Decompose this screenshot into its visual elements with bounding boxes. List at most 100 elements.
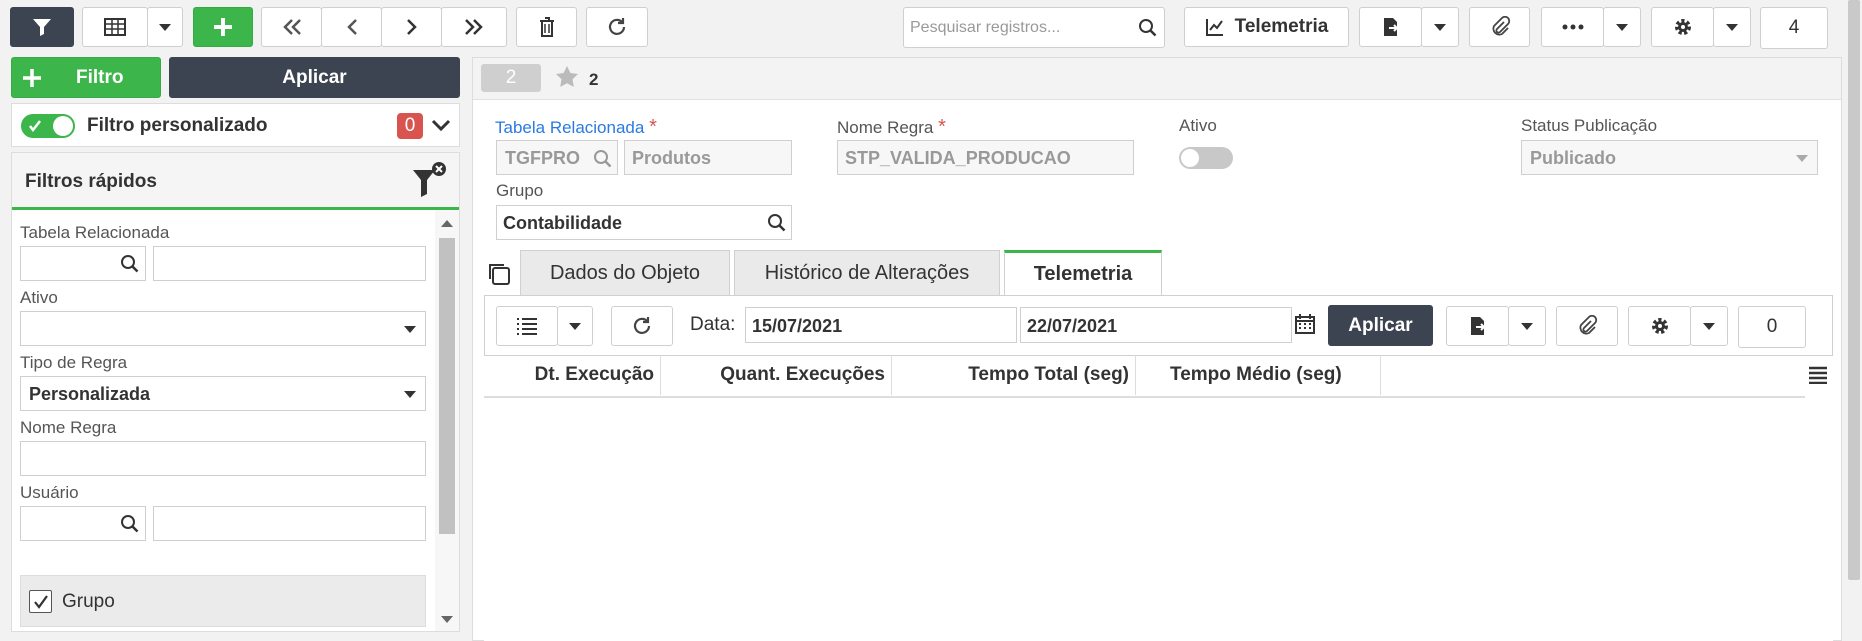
grid-view-dropdown[interactable] xyxy=(147,7,183,47)
calendar-icon[interactable] xyxy=(1295,313,1315,335)
list-view-button[interactable] xyxy=(496,306,558,346)
required-asterisk: * xyxy=(649,116,657,138)
export-file-icon xyxy=(1383,18,1398,36)
export-button[interactable] xyxy=(1359,7,1422,47)
filter-usuario-name-input[interactable] xyxy=(153,506,426,541)
tabela-code-field[interactable]: TGFPRO xyxy=(496,140,618,175)
custom-filter-toggle[interactable] xyxy=(21,114,75,138)
telemetry-grid xyxy=(484,355,1833,641)
chevron-down-icon xyxy=(1796,155,1808,162)
record-header-bar: 2 2 xyxy=(473,58,1841,100)
column-menu-icon[interactable] xyxy=(1808,366,1828,384)
export-dropdown[interactable] xyxy=(1421,7,1459,47)
search-icon[interactable] xyxy=(593,149,613,169)
scrollbar-thumb[interactable] xyxy=(439,238,455,534)
telemetry-attachment-button[interactable] xyxy=(1556,306,1618,346)
column-dt-execucao[interactable]: Dt. Execução xyxy=(484,355,661,395)
custom-filter-row: Filtro personalizado 0 xyxy=(11,103,460,147)
grid-view-button[interactable] xyxy=(82,7,148,47)
date-to-input[interactable]: 22/07/2021 xyxy=(1020,307,1292,343)
window-scrollbar[interactable] xyxy=(1846,0,1862,641)
first-record-button[interactable] xyxy=(261,7,322,47)
column-quant-execucoes[interactable]: Quant. Execuções xyxy=(661,355,892,395)
refresh-button[interactable] xyxy=(586,7,648,47)
grupo-field[interactable]: Contabilidade xyxy=(496,205,792,240)
quick-filters-header: Filtros rápidos xyxy=(12,153,459,210)
filter-settings-icon[interactable] xyxy=(411,160,447,200)
scrollbar-thumb[interactable] xyxy=(1848,0,1860,580)
tabela-code-value: TGFPRO xyxy=(505,148,580,168)
telemetry-settings-dropdown[interactable] xyxy=(1690,306,1728,346)
search-icon[interactable] xyxy=(120,514,140,534)
toggle-knob xyxy=(1181,149,1199,167)
add-record-button[interactable] xyxy=(193,7,253,47)
scroll-up-arrow[interactable] xyxy=(441,220,453,227)
filter-grupo-row[interactable]: Grupo xyxy=(20,575,426,627)
tab-label: Telemetria xyxy=(1033,263,1133,285)
search-icon[interactable] xyxy=(767,213,787,233)
tab-telemetria[interactable]: Telemetria xyxy=(1004,250,1162,296)
filter-nome-regra-input[interactable] xyxy=(20,441,426,476)
search-icon[interactable] xyxy=(120,254,140,274)
telemetria-button[interactable]: Telemetria xyxy=(1184,7,1349,47)
telemetry-export-dropdown[interactable] xyxy=(1508,306,1546,346)
more-options-button[interactable] xyxy=(1541,7,1604,47)
filter-tabela-code-input[interactable] xyxy=(20,246,146,281)
last-record-button[interactable] xyxy=(441,7,507,47)
filters-scrollbar[interactable] xyxy=(435,210,459,631)
star-icon[interactable] xyxy=(554,64,580,90)
nome-regra-label: Nome Regra * xyxy=(837,116,946,138)
chevron-right-icon xyxy=(406,19,417,35)
search-input[interactable]: Pesquisar registros... xyxy=(903,7,1165,48)
filter-icon xyxy=(33,19,51,36)
tab-label: Dados do Objeto xyxy=(549,261,701,284)
apply-filter-button[interactable]: Aplicar xyxy=(169,57,460,98)
date-from-input[interactable]: 15/07/2021 xyxy=(745,307,1017,343)
filter-toggle-button[interactable] xyxy=(10,7,74,47)
attachment-button[interactable] xyxy=(1469,7,1530,47)
custom-filter-count-badge: 0 xyxy=(397,113,423,139)
search-placeholder: Pesquisar registros... xyxy=(910,19,1061,36)
gear-icon xyxy=(1651,318,1668,334)
filter-usuario-label: Usuário xyxy=(20,483,79,502)
column-tempo-total[interactable]: Tempo Total (seg) xyxy=(892,355,1136,395)
tab-historico-alteracoes[interactable]: Histórico de Alterações xyxy=(734,250,1000,295)
filter-usuario-code-input[interactable] xyxy=(20,506,146,541)
ativo-toggle[interactable] xyxy=(1179,147,1233,169)
filter-tabela-desc-input[interactable] xyxy=(153,246,426,281)
telemetry-settings-button[interactable] xyxy=(1628,306,1691,346)
required-asterisk: * xyxy=(938,116,946,138)
list-icon xyxy=(517,318,537,335)
filter-ativo-select[interactable] xyxy=(20,311,426,346)
gear-icon xyxy=(1674,19,1691,35)
filter-tipo-regra-select[interactable]: Personalizada xyxy=(20,376,426,411)
next-record-button[interactable] xyxy=(381,7,442,47)
double-chevron-left-icon xyxy=(282,19,301,35)
column-tempo-medio[interactable]: Tempo Médio (seg) xyxy=(1136,355,1381,395)
settings-button[interactable] xyxy=(1651,7,1714,47)
chevron-down-icon[interactable] xyxy=(430,116,452,136)
nome-regra-field: STP_VALIDA_PRODUCAO xyxy=(837,140,1134,175)
chevron-down-icon xyxy=(1726,23,1738,31)
telemetry-export-button[interactable] xyxy=(1446,306,1509,346)
tabela-relacionada-label: Tabela Relacionada * xyxy=(495,116,657,138)
copy-icon[interactable] xyxy=(486,261,512,287)
telemetry-apply-button[interactable]: Aplicar xyxy=(1328,305,1433,346)
filter-tipo-regra-label: Tipo de Regra xyxy=(20,353,128,372)
status-publicacao-label: Status Publicação xyxy=(1521,116,1658,135)
settings-dropdown[interactable] xyxy=(1713,7,1751,47)
filter-tipo-regra-value: Personalizada xyxy=(29,384,151,404)
tab-dados-objeto[interactable]: Dados do Objeto xyxy=(520,250,730,295)
date-label: Data: xyxy=(690,314,736,335)
chart-icon xyxy=(1205,19,1223,36)
delete-button[interactable] xyxy=(516,7,577,47)
add-filter-button[interactable]: Filtro xyxy=(11,57,161,98)
grupo-label: Grupo xyxy=(496,181,544,200)
grupo-checkbox[interactable] xyxy=(29,590,52,613)
filter-nome-regra-label: Nome Regra xyxy=(20,418,117,437)
telemetry-refresh-button[interactable] xyxy=(611,306,673,346)
previous-record-button[interactable] xyxy=(321,7,382,47)
scroll-down-arrow[interactable] xyxy=(441,616,453,623)
more-options-dropdown[interactable] xyxy=(1603,7,1641,47)
list-view-dropdown[interactable] xyxy=(557,306,593,346)
